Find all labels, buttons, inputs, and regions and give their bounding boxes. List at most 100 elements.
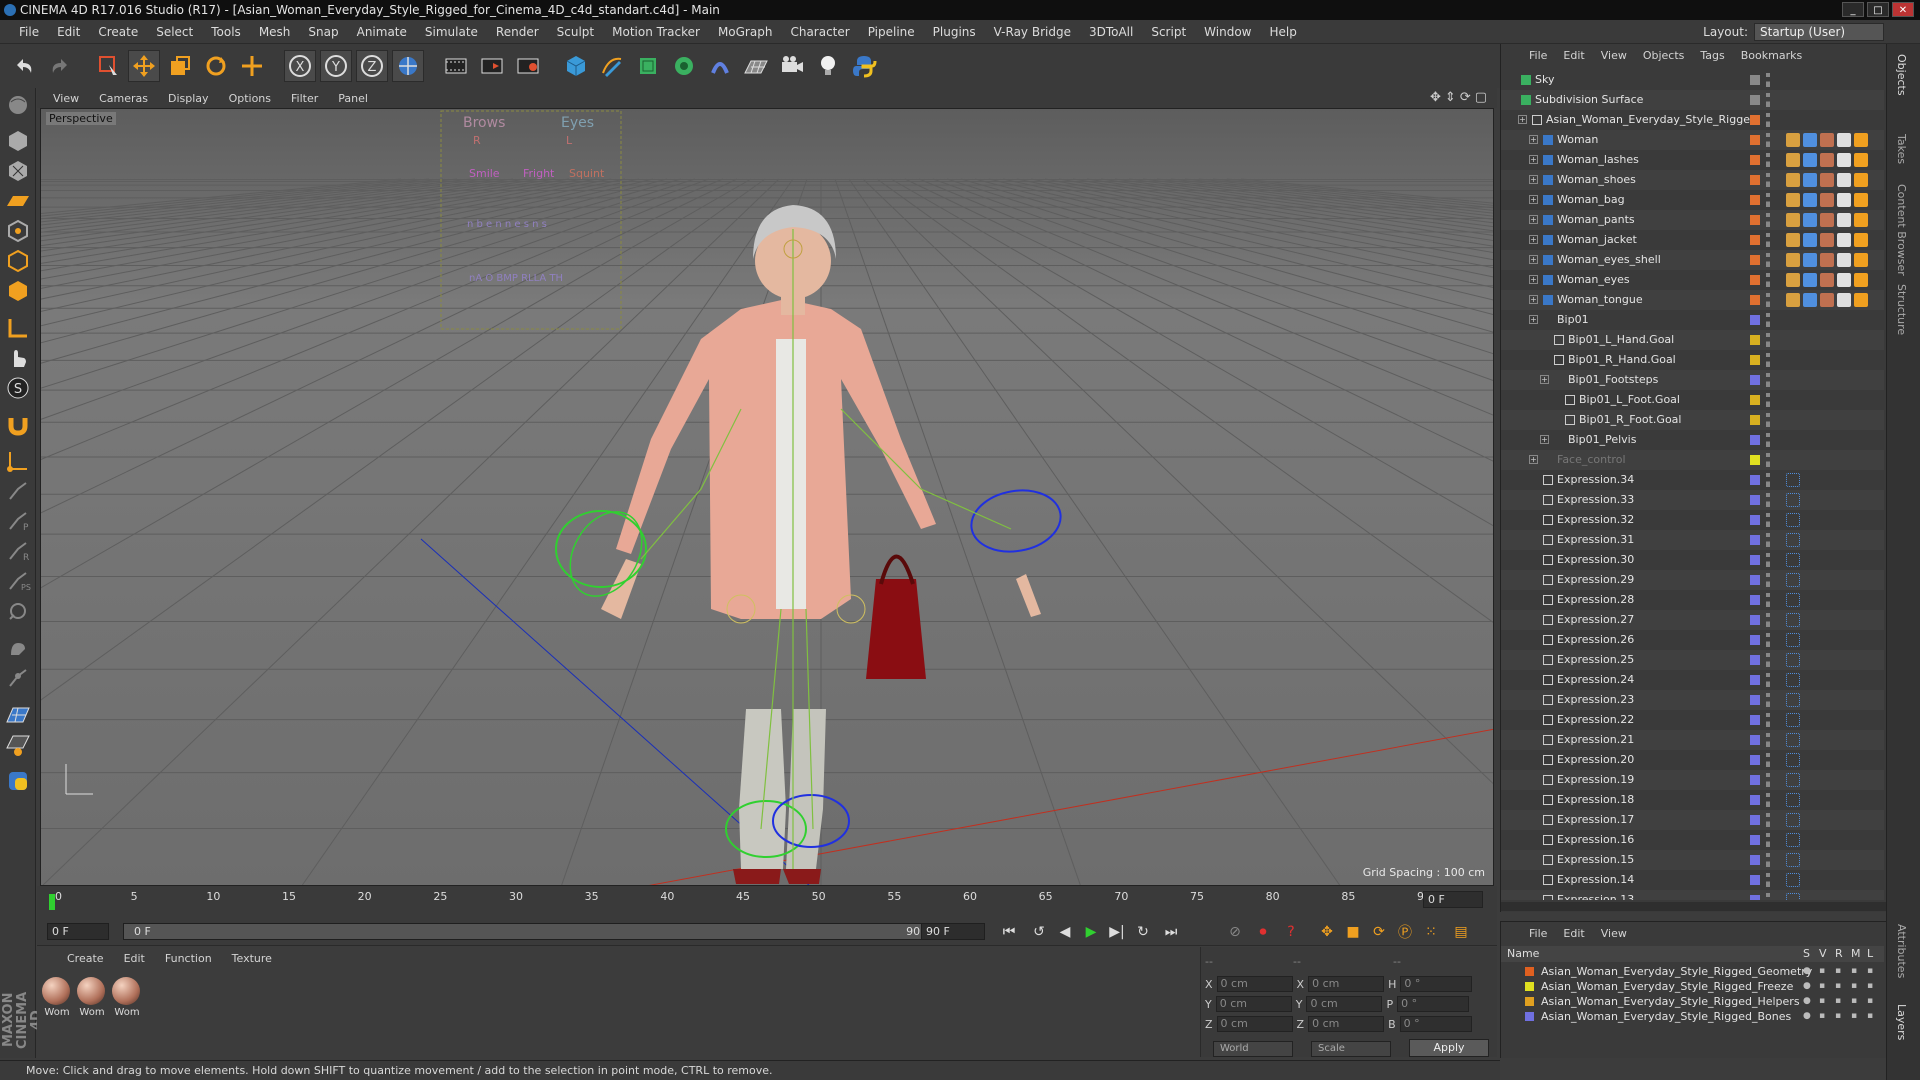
object-row[interactable]: Expression.30 [1501,550,1884,570]
perspective-viewport[interactable]: Brows Eyes R L Smile Fright Squint n b e… [40,108,1494,886]
xpresso-tag-icon[interactable] [1786,493,1800,507]
solo-toggle-icon[interactable]: ● [1803,979,1811,994]
object-row[interactable]: + Face_control [1501,450,1884,470]
layer-color-swatch[interactable] [1750,115,1760,125]
timeline-ruler[interactable]: 051015202530354045505560657075808590 0 F [37,886,1497,918]
visibility-dots[interactable] [1766,693,1770,707]
visibility-dots[interactable] [1766,833,1770,847]
xpresso-tag-icon[interactable] [1786,733,1800,747]
menu-pipeline[interactable]: Pipeline [859,25,924,39]
layer-color-swatch[interactable] [1750,595,1760,605]
menu-edit[interactable]: Edit [48,25,89,39]
visibility-dots[interactable] [1766,673,1770,687]
layer-color-swatch[interactable] [1750,375,1760,385]
visibility-dots[interactable] [1766,413,1770,427]
visibility-dots[interactable] [1766,713,1770,727]
y-axis-icon[interactable]: Y [320,50,352,82]
material-menu-create[interactable]: Create [57,952,114,965]
menu-animate[interactable]: Animate [348,25,416,39]
expand-toggle-icon[interactable]: + [1529,135,1538,144]
xpresso-tag-icon[interactable] [1786,573,1800,587]
ik-chain-icon[interactable] [3,476,33,506]
visibility-dots[interactable] [1766,233,1770,247]
material-tag-icon[interactable] [1803,153,1817,167]
key-position-icon[interactable]: ✥ [1315,921,1339,943]
object-tree[interactable]: Sky Subdivision Surface + Asian_Woman_Every… [1501,70,1884,900]
layer-color-swatch[interactable] [1750,295,1760,305]
object-row[interactable]: Bip01_L_Hand.Goal [1501,330,1884,350]
locked-toggle-icon[interactable]: ▪ [1867,994,1873,1009]
material-tag-icon[interactable] [1803,213,1817,227]
xpresso-tag-icon[interactable] [1786,873,1800,887]
visibility-dots[interactable] [1766,353,1770,367]
material-tag-icon[interactable] [1803,133,1817,147]
render-toggle-icon[interactable]: ▪ [1835,994,1841,1009]
viewport-menu-cameras[interactable]: Cameras [89,92,158,105]
material-tag-icon[interactable] [1854,193,1868,207]
visibility-dots[interactable] [1766,613,1770,627]
object-menu-file[interactable]: File [1521,49,1555,62]
material-slot[interactable]: Wom [112,977,142,1018]
z-size-field[interactable]: 0 cm [1308,1016,1385,1032]
view-toggle-icon[interactable]: ▪ [1819,979,1825,994]
layer-color-swatch[interactable] [1750,655,1760,665]
object-menu-bookmarks[interactable]: Bookmarks [1733,49,1810,62]
material-tag-icon[interactable] [1854,173,1868,187]
manager-toggle-icon[interactable]: ▪ [1851,964,1857,979]
minimize-button[interactable]: _ [1842,2,1864,17]
visibility-dots[interactable] [1766,473,1770,487]
make-editable-icon[interactable] [3,90,33,120]
object-menu-tags[interactable]: Tags [1692,49,1732,62]
manager-toggle-icon[interactable]: ▪ [1851,994,1857,1009]
layer-color-swatch[interactable] [1525,1012,1534,1021]
key-scale-icon[interactable]: ■ [1341,921,1365,943]
material-tag-icon[interactable] [1786,233,1800,247]
layer-color-swatch[interactable] [1750,735,1760,745]
object-tags[interactable] [1786,793,1800,807]
material-tag-icon[interactable] [1820,293,1834,307]
visibility-dots[interactable] [1766,633,1770,647]
object-tags[interactable] [1786,693,1800,707]
material-tag-icon[interactable] [1854,253,1868,267]
layer-color-swatch[interactable] [1750,435,1760,445]
material-tag-icon[interactable] [1786,293,1800,307]
visibility-dots[interactable] [1766,653,1770,667]
object-menu-edit[interactable]: Edit [1555,49,1592,62]
menu-motion-tracker[interactable]: Motion Tracker [603,25,709,39]
layer-menu-edit[interactable]: Edit [1555,927,1592,940]
layer-color-swatch[interactable] [1750,775,1760,785]
solo-toggle-icon[interactable]: ● [1803,964,1811,979]
deformer-icon[interactable] [704,50,736,82]
material-tag-icon[interactable] [1837,213,1851,227]
end-frame-field[interactable]: 90 F [921,923,985,940]
autokeying-icon[interactable]: ⏺ [1251,921,1275,943]
previous-frame-icon[interactable]: ◀ [1053,921,1077,943]
object-tags[interactable] [1786,153,1868,167]
layer-row[interactable]: Asian_Woman_Everyday_Style_Rigged_Geomet… [1501,964,1884,979]
redo-icon[interactable] [44,50,76,82]
layer-color-swatch[interactable] [1750,455,1760,465]
visibility-dots[interactable] [1766,533,1770,547]
go-to-start-icon[interactable]: ⏮ [997,921,1021,943]
layout-selector[interactable]: Layout: Startup (User) [1703,23,1884,41]
bone-r-icon[interactable]: R [3,536,33,566]
layer-color-swatch[interactable] [1750,475,1760,485]
material-tag-icon[interactable] [1820,253,1834,267]
menu-file[interactable]: File [10,25,48,39]
menu-render[interactable]: Render [487,25,548,39]
visibility-dots[interactable] [1766,793,1770,807]
visibility-dots[interactable] [1766,493,1770,507]
object-row[interactable]: Expression.34 [1501,470,1884,490]
xpresso-tag-icon[interactable] [1786,773,1800,787]
object-tags[interactable] [1786,773,1800,787]
b-rotation-field[interactable]: 0 ° [1399,1016,1472,1032]
layer-color-swatch[interactable] [1750,175,1760,185]
material-tag-icon[interactable] [1854,273,1868,287]
object-tags[interactable] [1786,133,1868,147]
p-rotation-field[interactable]: 0 ° [1397,996,1470,1012]
material-tag-icon[interactable] [1837,153,1851,167]
xpresso-tag-icon[interactable] [1786,613,1800,627]
x-size-field[interactable]: 0 cm [1308,976,1385,992]
material-tag-icon[interactable] [1837,233,1851,247]
visibility-dots[interactable] [1766,873,1770,887]
